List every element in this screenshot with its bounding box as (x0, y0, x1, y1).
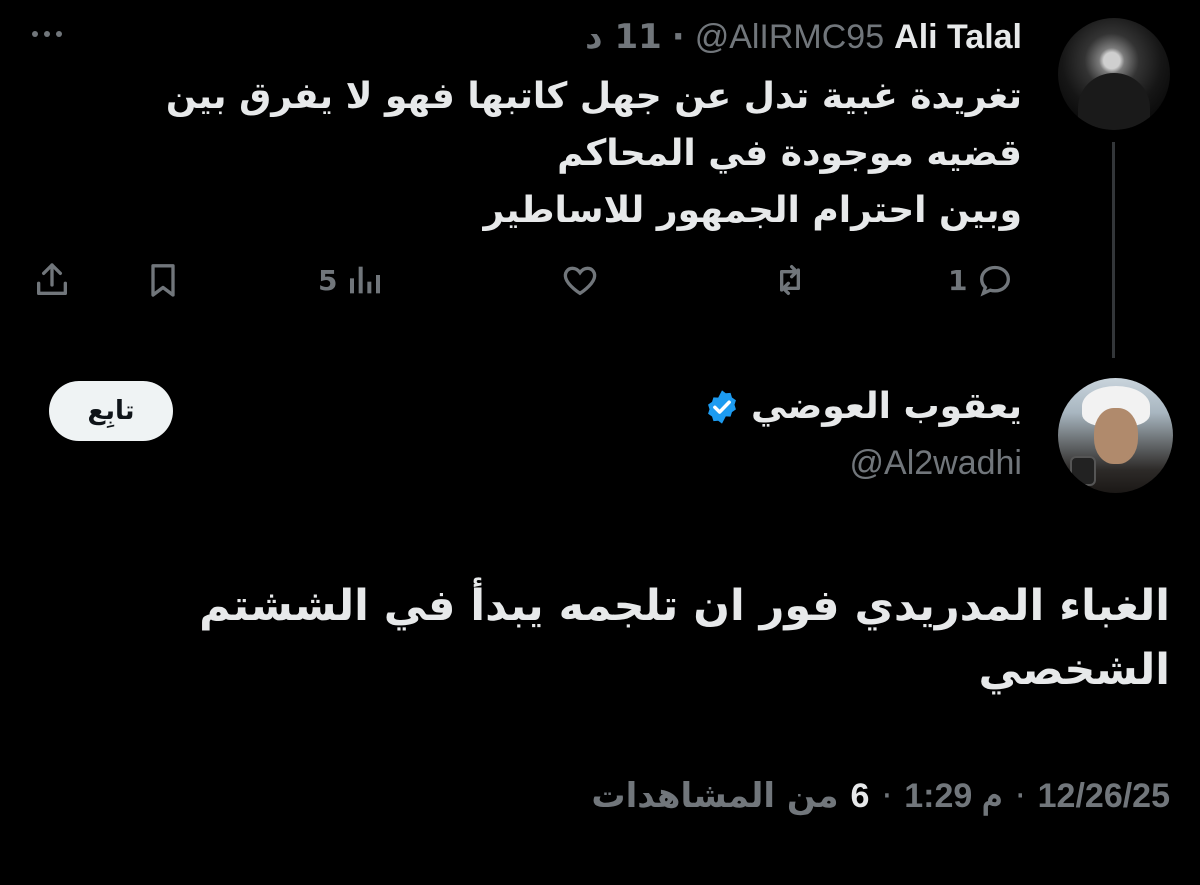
like-icon (563, 266, 597, 296)
like-button[interactable] (560, 250, 600, 310)
parent-author-handle[interactable]: @AlIRMC95 (695, 18, 884, 57)
parent-text-line: تغريدة غبية تدل عن جهل كاتبها فهو لا يفر… (165, 76, 1022, 117)
main-author: يعقوب العوضي (703, 386, 1022, 427)
bookmark-icon (151, 264, 175, 297)
main-tweet-text: الغباء المدريدي فور ان تلجمه يبدأ في الش… (70, 574, 1170, 702)
share-button[interactable] (32, 250, 72, 310)
verified-badge-icon (708, 389, 736, 424)
main-author-handle[interactable]: @Al2wadhi (850, 444, 1023, 483)
views-icon (350, 266, 381, 294)
parent-author-name[interactable]: Ali Talal (894, 18, 1022, 57)
parent-tweet-actions: 1 5 (0, 250, 1040, 310)
views-total: 6 (850, 777, 870, 815)
main-text-line: الشخصي (978, 645, 1170, 695)
reply-icon (980, 265, 1011, 297)
main-text-line: الغباء المدريدي فور ان تلجمه يبدأ في الش… (199, 581, 1170, 631)
avatar-al2wadhi[interactable] (1058, 378, 1173, 493)
views-button[interactable]: 5 (318, 250, 385, 310)
reply-count: 1 (948, 263, 968, 297)
reply-button[interactable]: 1 (948, 250, 1015, 310)
retweet-button[interactable] (770, 250, 810, 310)
thread-connector-line (1112, 142, 1115, 358)
parent-tweet-time[interactable]: 11 د (585, 17, 662, 57)
main-author-name[interactable]: يعقوب العوضي (751, 386, 1022, 427)
parent-tweet-header: Ali Talal @AlIRMC95 · 11 د (585, 14, 1022, 60)
bookmark-button[interactable] (143, 250, 183, 310)
tweet-meta: 12/26/25 · 1:29 م · 6 من المشاهدات (591, 776, 1170, 816)
parent-tweet-text: تغريدة غبية تدل عن جهل كاتبها فهو لا يفر… (102, 68, 1022, 239)
parent-text-line: وبين احترام الجمهور للاساطير (483, 190, 1022, 231)
tweet-time[interactable]: 1:29 م (904, 776, 1003, 816)
more-icon[interactable] (32, 22, 72, 46)
avatar-ali-talal[interactable] (1058, 18, 1170, 130)
meta-separator: · (881, 776, 893, 816)
follow-button[interactable]: تابِع (49, 381, 173, 441)
parent-text-line: قضيه موجودة في المحاكم (557, 133, 1022, 174)
retweet-icon (780, 265, 800, 295)
header-separator: · (671, 17, 685, 57)
meta-separator: · (1014, 776, 1026, 816)
views-label[interactable]: من المشاهدات (591, 776, 838, 816)
views-count: 5 (318, 263, 338, 297)
tweet-date[interactable]: 12/26/25 (1038, 777, 1170, 816)
share-icon (37, 263, 68, 295)
